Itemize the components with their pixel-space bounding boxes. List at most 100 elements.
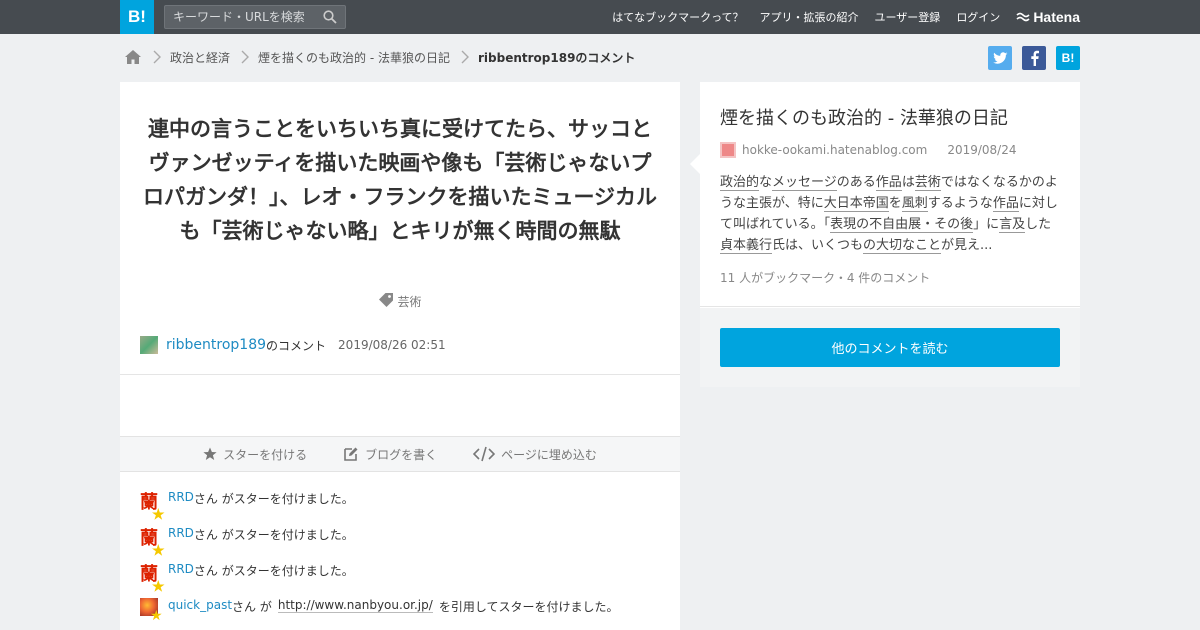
top-nav: はてなブックマークって？ アプリ・拡張の紹介 ユーザー登録 ログイン Haten…: [612, 0, 1080, 34]
star-icon: ★: [152, 543, 165, 559]
star-list: 蘭 ★ RRD さん がスターを付けました。 蘭 ★ RRD さん がスターを付けま…: [140, 490, 660, 630]
comment-username[interactable]: ribbentrop189: [166, 337, 266, 353]
nav-about[interactable]: はてなブックマークって？: [612, 9, 743, 25]
star-username[interactable]: RRD: [168, 526, 194, 540]
user-icon[interactable]: 蘭 ★: [140, 490, 168, 523]
site-favicon: [720, 142, 736, 158]
comment-text: 連中の言うことをいちいち真に受けてたら、サッコとヴァンゼッティを描いた映画や像も…: [142, 117, 658, 243]
entry-summary: 煙を描くのも政治的 - 法華狼の日記 hokke-ookami.hatenabl…: [690, 82, 1080, 307]
keyword-link[interactable]: 芸術: [914, 175, 941, 191]
divider: [120, 374, 680, 375]
star-icon: [203, 447, 217, 460]
keyword-link[interactable]: 表現の不自由展・その後: [830, 217, 974, 233]
twitter-share-button[interactable]: [988, 46, 1012, 70]
avatar[interactable]: [140, 336, 158, 354]
user-icon[interactable]: ★: [140, 598, 163, 624]
entry-date: 2019/08/24: [947, 143, 1017, 157]
entry-excerpt: 政治的なメッセージのある作品は芸術ではなくなるかのような主張が、特に大日本帝国を…: [720, 172, 1060, 256]
star-username[interactable]: RRD: [168, 562, 194, 576]
excerpt-text: 氏は、いくつも: [772, 238, 864, 253]
keyword-link[interactable]: 言及: [999, 217, 1026, 233]
search-icon[interactable]: [323, 10, 337, 24]
breadcrumb-entry[interactable]: 煙を描くのも政治的 - 法華狼の日記: [258, 49, 450, 66]
user-icon[interactable]: 蘭 ★: [140, 526, 168, 559]
code-icon: [473, 446, 496, 462]
keyword-link[interactable]: 作品: [992, 196, 1019, 212]
excerpt-text: するような: [927, 196, 993, 211]
star-icon: ★: [150, 608, 163, 624]
comment-panel: 連中の言うことをいちいち真に受けてたら、サッコとヴァンゼッティを描いた映画や像も…: [120, 82, 680, 630]
embed-button[interactable]: ページに埋め込む: [473, 446, 597, 463]
star-username[interactable]: RRD: [168, 490, 194, 504]
search-input[interactable]: [165, 6, 315, 28]
star-text: さん がスターを付けました。: [193, 492, 354, 506]
hatena-bookmark-share-button[interactable]: B!: [1056, 46, 1080, 70]
tag-label[interactable]: 芸術: [397, 295, 421, 309]
entry-actions: 他のコメントを読む: [700, 308, 1080, 387]
chevron-right-icon: [241, 50, 250, 64]
star-icon: ★: [152, 579, 165, 595]
chevron-right-icon: [153, 50, 161, 64]
list-item: 蘭 ★ RRD さん がスターを付けました。: [140, 526, 660, 562]
panel-pointer: [690, 154, 700, 174]
comment-user-suffix: のコメント: [266, 338, 327, 353]
excerpt-text: のある: [836, 175, 876, 190]
comment-timestamp[interactable]: 2019/08/26 02:51: [338, 338, 446, 352]
action-bar: スターを付ける ブログを書く ページに埋め込む: [120, 436, 680, 472]
nav-login[interactable]: ログイン: [956, 9, 1000, 25]
star-username[interactable]: quick_past: [168, 598, 232, 612]
star-text: さん がスターを付けました。: [193, 528, 354, 542]
list-item: ★ quick_past さん が http://www.nanbyou.or.…: [140, 598, 660, 630]
write-blog-button[interactable]: ブログを書く: [343, 446, 437, 463]
comment-meta: ribbentrop189 のコメント 2019/08/26 02:51: [140, 336, 446, 354]
keyword-link[interactable]: 貞本義行: [720, 238, 773, 254]
embed-label: ページに埋め込む: [501, 447, 597, 462]
hatena-brand-label: Hatena: [1033, 9, 1080, 25]
home-icon[interactable]: [124, 49, 142, 65]
keyword-link[interactable]: の大切なこと: [863, 238, 942, 254]
facebook-share-button[interactable]: [1022, 46, 1046, 70]
chevron-right-icon: [461, 50, 469, 64]
add-star-button[interactable]: スターを付ける: [203, 446, 307, 463]
edit-icon: [344, 447, 358, 461]
keyword-link[interactable]: メッセージ: [772, 175, 837, 191]
excerpt-text: を: [888, 196, 902, 211]
star-text: を引用してスターを付けました。: [438, 600, 619, 614]
keyword-link[interactable]: 作品: [875, 175, 902, 191]
twitter-icon: [992, 51, 1007, 64]
search-box[interactable]: [164, 5, 346, 29]
excerpt-text: した: [1025, 217, 1052, 232]
keyword-link[interactable]: 政治的: [720, 175, 760, 191]
excerpt-text: な: [759, 175, 773, 190]
excerpt-text: が見え...: [941, 238, 993, 253]
hatena-bookmark-logo[interactable]: B!: [120, 0, 154, 34]
keyword-link[interactable]: 風刺: [901, 196, 928, 212]
keyword-link[interactable]: 大日本帝国: [823, 196, 889, 212]
excerpt-text: は: [901, 175, 915, 190]
list-item: 蘭 ★ RRD さん がスターを付けました。: [140, 490, 660, 526]
star-text: さん がスターを付けました。: [193, 564, 354, 578]
excerpt-text: 」に: [973, 217, 1000, 232]
user-icon[interactable]: 蘭 ★: [140, 562, 168, 595]
entry-title[interactable]: 煙を描くのも政治的 - 法華狼の日記: [720, 104, 1008, 130]
breadcrumb-category[interactable]: 政治と経済: [170, 49, 230, 66]
tag-line: 芸術: [120, 292, 680, 310]
share-buttons: B!: [988, 46, 1080, 70]
facebook-icon: [1030, 50, 1039, 66]
entry-source: hokke-ookami.hatenablog.com 2019/08/24: [720, 142, 1017, 158]
entry-domain[interactable]: hokke-ookami.hatenablog.com: [742, 143, 927, 157]
entry-panel: 煙を描くのも政治的 - 法華狼の日記 hokke-ookami.hatenabl…: [690, 82, 1080, 387]
read-more-comments-button[interactable]: 他のコメントを読む: [720, 328, 1060, 367]
tag-icon: [379, 293, 394, 307]
bookmark-counts[interactable]: 11 人がブックマーク・4 件のコメント: [720, 269, 930, 286]
list-item: 蘭 ★ RRD さん がスターを付けました。: [140, 562, 660, 598]
breadcrumb-current: ribbentrop189のコメント: [477, 50, 636, 65]
hatena-wave-icon: [1016, 12, 1030, 22]
write-blog-label: ブログを書く: [365, 447, 438, 462]
add-star-label: スターを付ける: [223, 447, 308, 462]
top-bar: B! はてなブックマークって？ アプリ・拡張の紹介 ユーザー登録 ログイン Ha…: [0, 0, 1200, 34]
quoted-url[interactable]: http://www.nanbyou.or.jp/: [277, 598, 433, 613]
nav-apps[interactable]: アプリ・拡張の紹介: [760, 9, 859, 25]
nav-register[interactable]: ユーザー登録: [875, 9, 941, 25]
hatena-brand[interactable]: Hatena: [1016, 9, 1080, 25]
